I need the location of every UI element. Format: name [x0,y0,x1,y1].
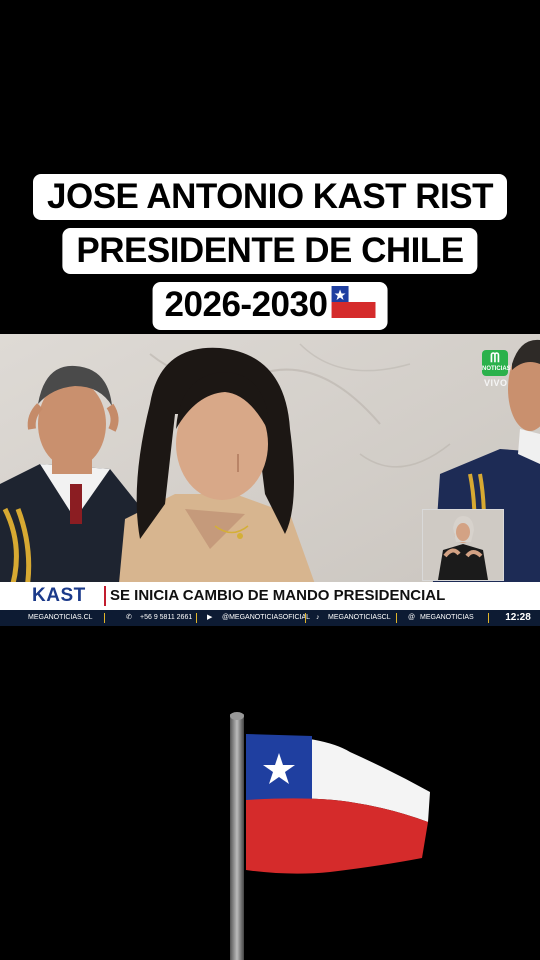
caption-line-2: PRESIDENTE DE CHILE [62,228,478,274]
ticker-separator [396,613,397,623]
ticker-whatsapp: +56 9 5811 2661 [140,614,193,621]
live-indicator: VIVO [484,378,508,388]
ticker-separator [104,613,105,623]
tiktok-icon: ♪ [316,614,320,621]
logo-text: NOTICIAS [482,366,511,372]
kast-brand: KAST [32,585,86,606]
ticker-bar: MEGANOTICIAS.CL ✆ +56 9 5811 2661 ▶ @MEG… [0,610,540,626]
ticker-site: MEGANOTICIAS.CL [28,614,93,621]
caption-line-1: JOSE ANTONIO KAST RIST [33,174,507,220]
meganoticias-logo: ᗰ NOTICIAS [482,350,511,376]
ticker-youtube: @MEGANOTICIASOFICIAL [222,614,311,621]
ticker-separator [196,613,197,623]
ticker-threads: MEGANOTICIAS [420,614,474,621]
caption-years: 2026-2030 [164,285,328,324]
news-headline: SE INICIA CAMBIO DE MANDO PRESIDENCIAL [110,587,446,604]
interpreter-figure [423,510,503,580]
ticker-separator [305,613,306,623]
threads-icon: @ [408,614,416,621]
m-logo-icon: ᗰ [490,350,500,365]
chile-waving-flag-icon [230,712,430,960]
whatsapp-icon: ✆ [126,614,132,621]
chile-flag-emoji-icon [331,284,376,330]
kast-brand-box: KAST [28,582,100,610]
caption-line-3: 2026-2030 [152,282,388,330]
sign-language-interpreter-inset [422,509,504,581]
broadcast-clock: 12:28 [496,610,540,626]
ticker-tiktok: MEGANOTICIASCL [328,614,391,621]
ticker-separator [488,613,489,623]
banner-divider [104,586,106,606]
youtube-icon: ▶ [207,614,213,621]
